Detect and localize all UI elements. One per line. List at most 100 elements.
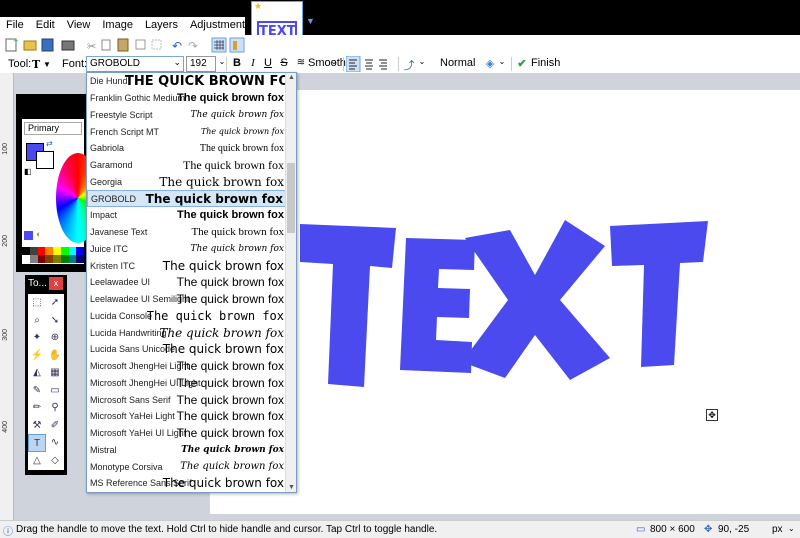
move-selection-icon[interactable]: ➚ — [46, 294, 64, 312]
scrollbar-thumb[interactable] — [287, 163, 295, 233]
italic-button[interactable]: I — [247, 57, 259, 71]
font-option[interactable]: Franklin Gothic Medium The quick brown fo… — [87, 90, 286, 107]
font-option[interactable]: Impact The quick brown fox — [87, 207, 286, 224]
font-option[interactable]: Microsoft YaHei UI Light The quick brown … — [87, 425, 286, 442]
font-option[interactable]: Microsoft JhengHei UI Light The quick bro… — [87, 375, 286, 392]
rectangle-select-icon[interactable]: ⬚ — [28, 294, 46, 312]
recolor-icon[interactable]: ✐ — [46, 417, 64, 435]
font-option[interactable]: Juice ITC The quick brown fox — [87, 241, 286, 258]
clone-stamp-icon[interactable]: ⚒ — [28, 417, 46, 435]
eraser-icon[interactable]: ▭ — [46, 382, 64, 400]
pencil-icon[interactable]: ✏ — [28, 399, 46, 417]
font-option[interactable]: Georgia The quick brown fox — [87, 174, 286, 191]
cut-icon: ✂ — [87, 40, 96, 53]
copy-icon — [101, 39, 111, 51]
pan-icon[interactable]: ✋ — [46, 347, 64, 365]
font-option[interactable]: Monotype Corsiva The quick brown fox — [87, 458, 286, 475]
color-picker-icon[interactable]: ⚲ — [46, 399, 64, 417]
font-option[interactable]: Lucida Sans Unicode The quick brown fox — [87, 341, 286, 358]
magic-wand-icon[interactable]: ✦ — [28, 329, 46, 347]
color-palette[interactable] — [22, 247, 84, 255]
font-dropdown-list[interactable]: Die Hund THE QUICK BROWN FOX Franklin Goth… — [86, 72, 297, 493]
font-option[interactable]: Lucida Console The quick brown fox — [87, 308, 286, 325]
zoom-icon[interactable]: ⊕ — [46, 329, 64, 347]
font-option[interactable]: MS Reference Sans Serif The quick brown f… — [87, 475, 286, 492]
font-option-preview: The quick brown fox — [199, 142, 284, 154]
color-swatch-small-icon[interactable] — [24, 231, 33, 240]
swap-colors-icon[interactable]: ⇄ — [46, 139, 53, 148]
font-option[interactable]: Kristen ITC The quick brown fox — [87, 257, 286, 274]
help-icon: ⓘ — [3, 527, 13, 538]
font-option[interactable]: Javanese Text The quick brown fox — [87, 224, 286, 241]
gradient-icon[interactable]: ▦ — [46, 364, 64, 382]
svg-text:↶: ↶ — [172, 39, 182, 53]
move-selected-icon[interactable]: ➘ — [46, 312, 64, 330]
document-list-chevron-icon[interactable]: ▼ — [306, 16, 315, 26]
antialias-chevron-icon[interactable]: ⌄ — [330, 57, 338, 71]
font-option-name: Javanese Text — [90, 227, 148, 238]
font-option[interactable]: Die Hund THE QUICK BROWN FOX — [87, 73, 286, 90]
menu-item-edit[interactable]: Edit — [30, 17, 61, 35]
strikethrough-button[interactable]: S — [278, 57, 290, 71]
main-toolbar: + ✂ ↶ ↷ — [0, 35, 800, 55]
font-option[interactable]: Gabriola The quick brown fox — [87, 140, 286, 157]
font-option[interactable]: Freestyle Script The quick brown fox — [87, 107, 286, 124]
magic-wand-alt-icon[interactable]: ⚡ — [28, 347, 46, 365]
menu-item-view[interactable]: View — [61, 17, 97, 35]
font-option[interactable]: Lucida Handwriting The quick brown fox — [87, 324, 286, 341]
font-option[interactable]: Leelawadee UI The quick brown fox — [87, 274, 286, 291]
font-option-name: Microsoft Sans Serif — [90, 394, 171, 405]
units-select[interactable]: px — [772, 524, 783, 535]
close-icon[interactable]: x — [49, 277, 63, 290]
line-curve-icon[interactable]: ∿ — [46, 434, 64, 452]
tool-selector-chevron-icon[interactable]: ▼ — [43, 60, 51, 69]
color-palette-row2[interactable] — [22, 255, 84, 263]
font-option[interactable]: French Script MT The quick brown fox — [87, 123, 286, 140]
font-option[interactable]: GROBOLD The quick brown fox — [87, 190, 286, 208]
shapes-alt-icon[interactable]: ◇ — [46, 452, 64, 470]
dropdown-scrollbar[interactable]: ▲ ▼ — [285, 73, 296, 492]
blend-mode-select[interactable]: Normal — [440, 57, 480, 71]
reset-colors-icon[interactable]: ◧ — [24, 167, 32, 176]
blend-chevron-icon[interactable]: ⌄ — [418, 57, 426, 71]
font-option-preview: THE QUICK BROWN FOX — [125, 73, 286, 89]
bold-button[interactable]: B — [231, 57, 243, 71]
move-handle-icon[interactable]: ✥ — [706, 409, 718, 421]
underline-button[interactable]: U — [262, 57, 274, 71]
font-option[interactable]: Mistral The quick brown fox — [87, 442, 286, 459]
canvas-text-art[interactable] — [210, 90, 800, 514]
scroll-down-icon[interactable]: ▼ — [286, 484, 296, 491]
font-option[interactable]: Microsoft JhengHei Light The quick brown … — [87, 358, 286, 375]
menu-item-image[interactable]: Image — [96, 17, 139, 35]
text-tool-icon[interactable]: T — [28, 434, 46, 452]
font-option[interactable]: Garamond The quick brown fox — [87, 157, 286, 174]
color-mode-select[interactable]: Primary — [24, 122, 82, 135]
secondary-color-swatch[interactable] — [36, 151, 54, 169]
font-option[interactable]: Microsoft YaHei Light The quick brown fox — [87, 408, 286, 425]
finish-button[interactable]: Finish — [531, 57, 561, 71]
scroll-up-icon[interactable]: ▲ — [286, 74, 296, 81]
separator — [398, 57, 399, 71]
font-option[interactable]: Leelawadee UI Semilight The quick brown f… — [87, 291, 286, 308]
layer-chevron-icon[interactable]: ⌄ — [498, 57, 506, 71]
tool-label: Tool: — [8, 58, 32, 70]
font-option-name: Microsoft YaHei Light — [90, 411, 175, 422]
menu-item-adjustments[interactable]: Adjustments — [184, 17, 257, 35]
image-canvas[interactable] — [210, 90, 800, 514]
tool-selector[interactable]: T — [32, 58, 40, 71]
size-chevron-icon[interactable]: ⌄ — [218, 57, 226, 71]
svg-text:↷: ↷ — [188, 39, 198, 53]
font-option-name: Microsoft YaHei UI Light — [90, 428, 187, 439]
shapes-icon[interactable]: △ — [28, 452, 46, 470]
lasso-icon[interactable]: ⌕ — [28, 312, 46, 330]
paint-bucket-icon[interactable]: ◭ — [28, 364, 46, 382]
font-option-name: Monotype Corsiva — [90, 461, 163, 472]
font-size-select[interactable]: 192 — [186, 56, 216, 72]
units-chevron-icon[interactable]: ⌄ — [788, 524, 795, 533]
menu-item-file[interactable]: File — [0, 17, 30, 35]
font-option[interactable]: Microsoft Sans Serif The quick brown fox — [87, 391, 286, 408]
palette-menu-icon[interactable]: ◐ — [36, 229, 41, 239]
paintbrush-icon[interactable]: ✎ — [28, 382, 46, 400]
menu-item-layers[interactable]: Layers — [139, 17, 184, 35]
font-select[interactable]: GROBOLD ⌄ — [86, 56, 184, 72]
